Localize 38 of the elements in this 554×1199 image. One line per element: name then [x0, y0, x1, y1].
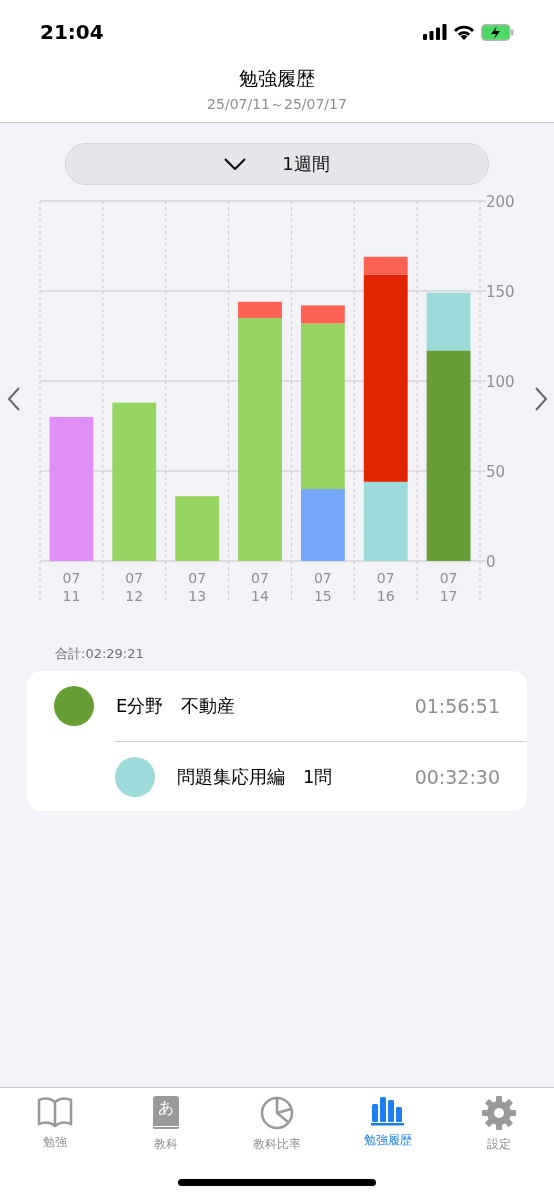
axis-date-label: 07 14 — [251, 570, 269, 604]
bar-segment — [175, 496, 220, 561]
subject-name: E分野 不動産 — [116, 694, 237, 718]
pie-chart-icon — [260, 1096, 294, 1130]
subject-duration: 01:56:51 — [414, 695, 500, 717]
bar-chart-icon — [370, 1096, 405, 1126]
settings-icon — [481, 1096, 516, 1130]
axis-date-label: 07 12 — [125, 570, 144, 604]
tab-item[interactable]: あ 教科 — [116, 1096, 217, 1153]
axis-tick-label: 200 — [486, 193, 515, 211]
chevron-down-icon — [224, 158, 247, 170]
chevron-left-icon — [6, 387, 21, 411]
battery-charging-icon — [481, 23, 514, 41]
tab-item[interactable]: 勉強 — [5, 1096, 106, 1153]
axis-tick-label: 100 — [486, 373, 515, 391]
axis-date-label: 07 11 — [62, 570, 81, 604]
subject-duration: 00:32:30 — [414, 765, 500, 788]
axis-date-label: 07 15 — [313, 570, 332, 604]
axis-tick-label: 150 — [486, 283, 515, 301]
total-time: 合計:02:29:21 — [55, 645, 145, 663]
chevron-right-icon — [533, 387, 548, 411]
screen-title: 勉強履歴 — [239, 66, 315, 91]
axis-date-label: 07 17 — [439, 570, 458, 604]
axis-date-label: 07 16 — [376, 570, 395, 604]
tab-item[interactable]: 設定 — [448, 1096, 549, 1153]
subject-name: 問題集応用編 1問 — [177, 764, 334, 789]
axis-tick-label: 50 — [486, 463, 506, 481]
tab-item[interactable]: 勉強履歴 — [337, 1096, 438, 1153]
wifi-icon — [453, 24, 475, 40]
dictionary-icon: あ — [153, 1096, 180, 1130]
axis-date-label: 07 13 — [188, 570, 207, 604]
date-range: 25/07/11～25/07/17 — [207, 96, 347, 114]
book-icon — [37, 1096, 74, 1128]
status-time: 21:04 — [40, 20, 104, 44]
signal-icon — [423, 24, 447, 40]
tab-item[interactable]: 教科比率 — [227, 1096, 327, 1153]
axis-tick-label: 0 — [486, 553, 496, 571]
period-dropdown[interactable]: 1週間 — [65, 143, 489, 185]
